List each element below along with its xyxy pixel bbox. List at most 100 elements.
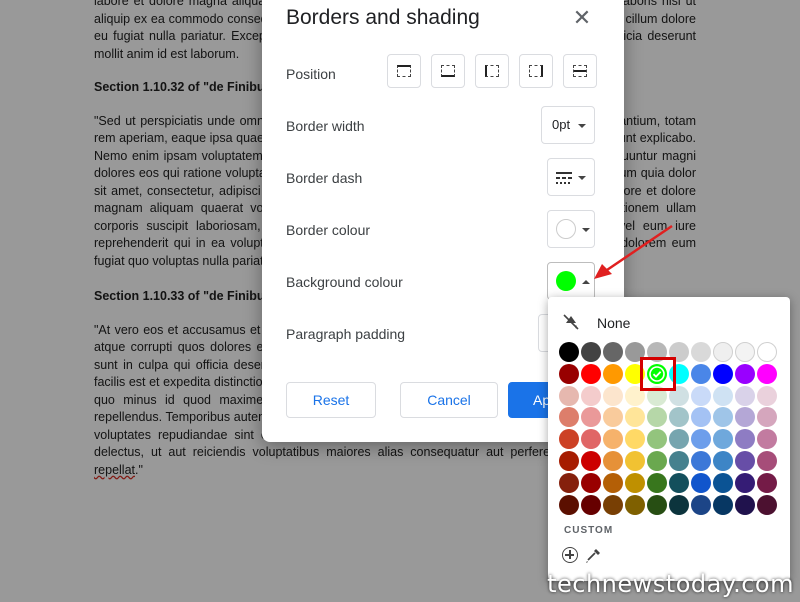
- colour-swatch[interactable]: [713, 451, 733, 471]
- colour-swatch[interactable]: [713, 407, 733, 428]
- colour-swatch[interactable]: [713, 342, 733, 362]
- colour-swatch[interactable]: [559, 494, 579, 515]
- colour-swatch[interactable]: [603, 451, 623, 471]
- colour-swatch[interactable]: [713, 385, 733, 406]
- colour-swatch[interactable]: [757, 342, 777, 362]
- border-width-dropdown[interactable]: 0pt: [541, 106, 595, 144]
- colour-swatch[interactable]: [757, 407, 777, 428]
- colour-swatch[interactable]: [559, 385, 579, 406]
- colour-palette-menu: None CUSTOM: [548, 297, 790, 581]
- colour-swatch[interactable]: [691, 472, 711, 493]
- border-top-button[interactable]: [387, 54, 421, 88]
- colour-swatch[interactable]: [581, 429, 601, 450]
- colour-swatch[interactable]: [735, 407, 755, 428]
- colour-swatch[interactable]: [735, 472, 755, 493]
- colour-swatch[interactable]: [691, 429, 711, 450]
- border-between-button[interactable]: [563, 54, 597, 88]
- border-colour-swatch: [556, 219, 576, 239]
- colour-swatch[interactable]: [581, 342, 601, 362]
- colour-swatch[interactable]: [713, 429, 733, 450]
- colour-swatch[interactable]: [647, 429, 667, 450]
- chevron-down-icon: [578, 176, 586, 180]
- colour-swatch[interactable]: [669, 451, 689, 471]
- colour-swatch[interactable]: [757, 363, 777, 384]
- colour-swatch[interactable]: [581, 451, 601, 471]
- custom-label: CUSTOM: [564, 525, 614, 536]
- border-bottom-icon: [441, 65, 455, 77]
- colour-swatch[interactable]: [713, 363, 733, 384]
- colour-swatch[interactable]: [735, 429, 755, 450]
- colour-swatch[interactable]: [581, 363, 601, 384]
- border-dash-dropdown[interactable]: [547, 158, 595, 196]
- colour-swatch[interactable]: [625, 451, 645, 471]
- none-colour-option[interactable]: None: [560, 311, 760, 335]
- colour-swatch[interactable]: [691, 363, 711, 384]
- border-colour-dropdown[interactable]: [547, 210, 595, 248]
- colour-swatch[interactable]: [625, 429, 645, 450]
- colour-swatch[interactable]: [559, 472, 579, 493]
- border-dash-icon: [556, 172, 572, 184]
- colour-swatch[interactable]: [691, 407, 711, 428]
- background-colour-dropdown[interactable]: [547, 262, 595, 300]
- colour-swatch[interactable]: [691, 385, 711, 406]
- border-left-button[interactable]: [475, 54, 509, 88]
- colour-swatch[interactable]: [559, 429, 579, 450]
- colour-swatch[interactable]: [757, 494, 777, 515]
- border-between-icon: [573, 65, 587, 77]
- colour-swatch[interactable]: [647, 472, 667, 493]
- reset-button[interactable]: Reset: [286, 382, 376, 418]
- cancel-button[interactable]: Cancel: [400, 382, 498, 418]
- colour-swatch[interactable]: [581, 494, 601, 515]
- colour-swatch[interactable]: [603, 407, 623, 428]
- colour-swatch[interactable]: [735, 363, 755, 384]
- add-custom-colour-icon[interactable]: [562, 547, 578, 563]
- colour-swatch[interactable]: [757, 451, 777, 471]
- no-fill-icon: [563, 314, 579, 330]
- colour-swatch[interactable]: [669, 494, 689, 515]
- colour-swatch[interactable]: [625, 472, 645, 493]
- colour-swatch[interactable]: [691, 494, 711, 515]
- colour-swatch[interactable]: [581, 472, 601, 493]
- border-colour-label: Border colour: [286, 222, 371, 238]
- colour-swatch[interactable]: [603, 342, 623, 362]
- colour-swatch[interactable]: [559, 342, 579, 362]
- colour-swatch[interactable]: [735, 451, 755, 471]
- colour-swatch[interactable]: [669, 472, 689, 493]
- colour-swatch[interactable]: [757, 429, 777, 450]
- watermark: technewstoday.com: [547, 570, 794, 598]
- colour-swatch[interactable]: [757, 472, 777, 493]
- colour-swatch[interactable]: [735, 342, 755, 362]
- colour-swatch[interactable]: [581, 385, 601, 406]
- selected-colour-highlight: [640, 357, 676, 391]
- paragraph-padding-label: Paragraph padding: [286, 326, 406, 342]
- eyedropper-icon[interactable]: [584, 547, 602, 565]
- colour-swatch[interactable]: [581, 407, 601, 428]
- colour-swatch[interactable]: [691, 342, 711, 362]
- colour-swatch[interactable]: [713, 472, 733, 493]
- colour-swatch[interactable]: [735, 385, 755, 406]
- colour-swatch[interactable]: [603, 494, 623, 515]
- colour-swatch[interactable]: [757, 385, 777, 406]
- colour-swatch[interactable]: [735, 494, 755, 515]
- border-width-value: 0pt: [552, 117, 571, 132]
- border-bottom-button[interactable]: [431, 54, 465, 88]
- border-right-button[interactable]: [519, 54, 553, 88]
- colour-swatch[interactable]: [603, 472, 623, 493]
- colour-swatch[interactable]: [713, 494, 733, 515]
- close-icon[interactable]: ✕: [568, 4, 596, 32]
- colour-swatch[interactable]: [559, 451, 579, 471]
- colour-swatch[interactable]: [559, 407, 579, 428]
- colour-swatch[interactable]: [647, 407, 667, 428]
- colour-swatch[interactable]: [559, 363, 579, 384]
- chevron-up-icon: [582, 280, 590, 284]
- colour-swatch[interactable]: [603, 363, 623, 384]
- colour-swatch[interactable]: [691, 451, 711, 471]
- colour-swatch[interactable]: [647, 494, 667, 515]
- colour-swatch[interactable]: [647, 451, 667, 471]
- colour-swatch[interactable]: [669, 429, 689, 450]
- colour-swatch[interactable]: [603, 385, 623, 406]
- colour-swatch[interactable]: [669, 407, 689, 428]
- colour-swatch[interactable]: [625, 494, 645, 515]
- colour-swatch[interactable]: [625, 407, 645, 428]
- colour-swatch[interactable]: [603, 429, 623, 450]
